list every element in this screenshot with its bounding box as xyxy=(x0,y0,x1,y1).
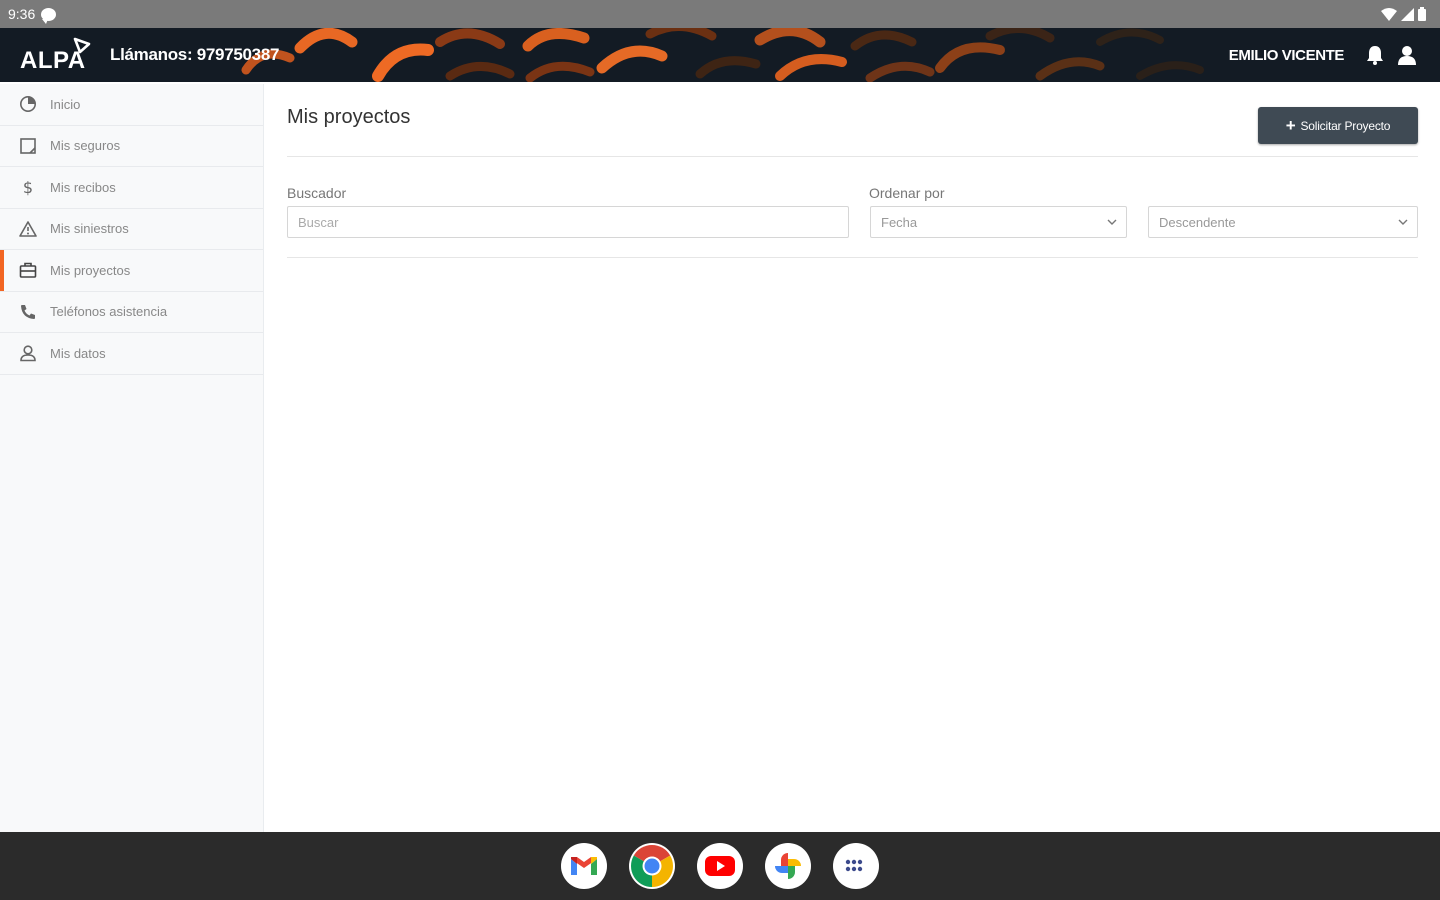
sort-field-value: Fecha xyxy=(881,214,918,230)
request-project-label: Solicitar Proyecto xyxy=(1300,118,1391,133)
youtube-icon[interactable] xyxy=(697,843,743,889)
dollar-icon: $ xyxy=(18,177,38,197)
sidebar-item-mis-datos[interactable]: Mis datos xyxy=(0,333,263,375)
chevron-down-icon xyxy=(1107,219,1117,225)
sort-label: Ordenar por xyxy=(869,185,945,201)
sidebar-item-inicio[interactable]: Inicio xyxy=(0,84,263,126)
chevron-down-icon xyxy=(1398,219,1408,225)
system-status-bar: 9:36 xyxy=(0,0,1440,28)
wifi-icon xyxy=(1381,7,1397,21)
photos-icon[interactable] xyxy=(765,843,811,889)
status-time: 9:36 xyxy=(8,6,36,22)
main-content: Mis proyectos + Solicitar Proyecto Busca… xyxy=(287,84,1418,832)
sort-field-select[interactable]: Fecha xyxy=(870,206,1127,238)
sidebar-item-label: Mis proyectos xyxy=(50,262,131,278)
sidebar-item-label: Mis seguros xyxy=(50,138,121,154)
search-input[interactable] xyxy=(298,207,848,237)
warning-icon xyxy=(18,219,38,239)
sidebar-item-mis-seguros[interactable]: Mis seguros xyxy=(0,126,263,167)
sidebar-item-mis-recibos[interactable]: $ Mis recibos xyxy=(0,167,263,209)
search-label: Buscador xyxy=(287,185,347,201)
sidebar-item-label: Mis recibos xyxy=(50,179,116,195)
call-us-phone[interactable]: Llámanos: 979750387 xyxy=(110,45,279,65)
filters-divider xyxy=(287,257,1418,258)
system-taskbar xyxy=(0,832,1440,900)
sidebar-item-mis-proyectos[interactable]: Mis proyectos xyxy=(0,250,263,292)
search-field xyxy=(287,206,849,238)
user-name: EMILIO VICENTE xyxy=(1228,46,1345,64)
sidebar-item-mis-siniestros[interactable]: Mis siniestros xyxy=(0,209,263,250)
gmail-icon[interactable] xyxy=(561,843,607,889)
sidebar-item-telefonos-asistencia[interactable]: Teléfonos asistencia xyxy=(0,292,263,333)
app-launcher-icon[interactable] xyxy=(833,843,879,889)
signal-icon xyxy=(1401,7,1414,21)
plus-icon: + xyxy=(1285,115,1296,135)
chrome-icon[interactable] xyxy=(629,843,675,889)
logo-arrow-icon xyxy=(73,37,91,54)
svg-text:$: $ xyxy=(23,178,33,196)
user-icon xyxy=(18,343,38,363)
document-icon xyxy=(18,136,38,156)
battery-icon xyxy=(1418,7,1426,21)
sidebar-item-label: Mis datos xyxy=(50,345,106,361)
message-notification-icon xyxy=(41,7,57,24)
sort-direction-select[interactable]: Descendente xyxy=(1148,206,1418,238)
briefcase-icon xyxy=(18,260,38,280)
app-header: ALPA Llámanos: 979750387 EMILIO VICENTE xyxy=(0,28,1440,82)
sidebar-item-label: Inicio xyxy=(50,96,81,112)
sort-direction-value: Descendente xyxy=(1159,214,1236,230)
phone-icon xyxy=(18,302,38,322)
user-profile-icon[interactable] xyxy=(1396,44,1418,66)
request-project-button[interactable]: + Solicitar Proyecto xyxy=(1258,107,1418,144)
alpa-logo[interactable]: ALPA xyxy=(20,32,92,78)
page-title: Mis proyectos xyxy=(287,106,411,128)
sidebar-item-label: Teléfonos asistencia xyxy=(50,304,168,320)
notifications-bell-icon[interactable] xyxy=(1364,44,1386,66)
sidebar-item-label: Mis siniestros xyxy=(50,221,129,237)
sidebar-nav: Inicio Mis seguros $ Mis recibos Mis sin… xyxy=(0,84,264,832)
dashboard-icon xyxy=(18,94,38,114)
title-divider xyxy=(287,156,1418,157)
